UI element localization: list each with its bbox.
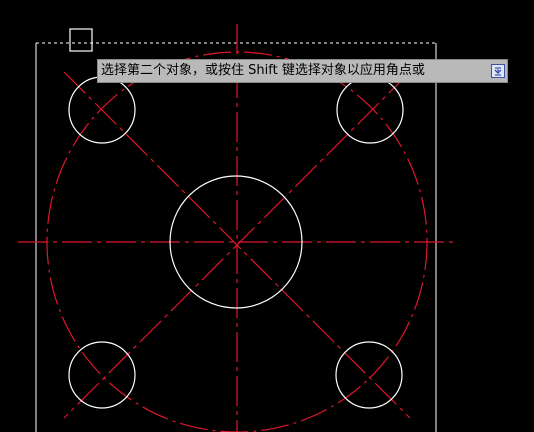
bolt-hole-top-right[interactable] [336, 76, 404, 144]
tooltip-expand-button[interactable] [491, 64, 505, 78]
expand-down-icon [494, 67, 502, 76]
tooltip-prompt-text: 选择第二个对象，或按住 Shift 键选择对象以应用角点或 [101, 63, 425, 78]
bolt-hole-bottom-left[interactable] [68, 341, 136, 409]
command-tooltip: 选择第二个对象，或按住 Shift 键选择对象以应用角点或 [97, 59, 508, 83]
pick-box-cursor-icon [69, 28, 93, 52]
bolt-hole-bottom-right[interactable] [335, 341, 403, 409]
selection-window [35, 42, 437, 432]
